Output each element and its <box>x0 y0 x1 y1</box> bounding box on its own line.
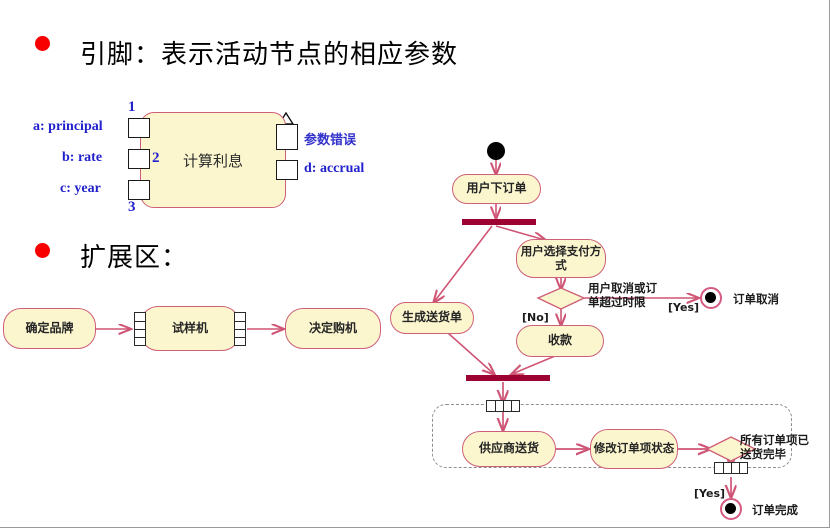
output-pin-accrual[interactable] <box>276 160 298 180</box>
final-node-order-complete <box>720 498 742 520</box>
activity-node-supplier-delivery[interactable]: 供应商送货 <box>462 431 556 467</box>
decision-note-all-delivered: 所有订单项已 送货完毕 <box>740 433 809 462</box>
input-pin-number-2: 2 <box>152 150 160 166</box>
heading-region: 扩展区： <box>80 243 189 273</box>
final-node-order-cancelled <box>700 287 722 309</box>
input-pin-year[interactable] <box>128 180 150 200</box>
decision-note-cancel-or-timeout: 用户取消或订 单超过时限 <box>588 281 657 310</box>
activity-node-label: 试样机 <box>171 320 208 335</box>
activity-node-generate-delivery-note[interactable]: 生成送货单 <box>390 302 474 334</box>
output-pin-label-accrual: d: accrual <box>304 161 365 176</box>
bullet-icon-region <box>35 243 50 258</box>
activity-node-place-order[interactable]: 用户下订单 <box>452 174 541 204</box>
expansion-region-pin-bottom[interactable] <box>714 462 748 474</box>
guard-no-cancel: [No] <box>522 311 549 324</box>
join-bar <box>466 375 550 381</box>
activity-node-label: 计算利息 <box>182 151 243 170</box>
final-node-label-order-cancelled: 订单取消 <box>733 292 779 306</box>
activity-node-choose-brand[interactable]: 确定品牌 <box>3 308 96 349</box>
heading-pin: 引脚：表示活动节点的相应参数 <box>80 40 459 70</box>
guard-yes-cancel: [Yes] <box>668 301 700 314</box>
note-line-2: 单超过时限 <box>588 295 646 310</box>
guard-yes-all-delivered: [Yes] <box>694 487 726 500</box>
activity-node-label: 决定购机 <box>308 320 357 335</box>
activity-node-label: 用户下订单 <box>466 181 527 196</box>
initial-node-icon <box>487 142 505 160</box>
input-pin-rate[interactable] <box>128 149 150 169</box>
activity-node-label: 用户选择支付方式 <box>520 244 602 272</box>
expansion-node-pin-left[interactable] <box>134 312 146 346</box>
activity-node-label: 确定品牌 <box>25 320 74 335</box>
activity-node-label: 生成送货单 <box>401 310 462 325</box>
note-line-2: 送货完毕 <box>740 447 786 462</box>
final-node-label-order-complete: 订单完成 <box>752 503 798 517</box>
exception-pin-parameter-error[interactable] <box>276 124 298 150</box>
note-line-1: 所有订单项已 <box>740 433 809 447</box>
input-pin-principal[interactable] <box>128 118 150 138</box>
activity-node-select-payment[interactable]: 用户选择支付方式 <box>516 239 606 278</box>
activity-node-trial-machine[interactable]: 试样机 <box>140 306 240 351</box>
expansion-region-pin-top[interactable] <box>486 400 520 412</box>
fork-bar <box>462 219 536 225</box>
input-pin-label-principal: a: principal <box>33 119 103 134</box>
bullet-icon-pin <box>35 36 50 51</box>
activity-node-decide-purchase[interactable]: 决定购机 <box>285 308 381 349</box>
input-pin-number-1: 1 <box>128 99 136 115</box>
input-pin-label-year: c: year <box>60 181 101 196</box>
exception-pin-label: 参数错误 <box>304 133 357 148</box>
input-pin-label-rate: b: rate <box>62 150 103 165</box>
activity-node-compute-interest[interactable]: 计算利息 <box>140 112 286 208</box>
activity-node-label: 供应商送货 <box>478 441 539 456</box>
activity-node-label: 修改订单项状态 <box>593 441 675 456</box>
activity-node-update-order-item-status[interactable]: 修改订单项状态 <box>590 429 678 469</box>
activity-node-collect-payment[interactable]: 收款 <box>516 325 604 357</box>
note-line-1: 用户取消或订 <box>588 281 657 295</box>
expansion-node-pin-right[interactable] <box>234 312 246 346</box>
activity-node-label: 收款 <box>547 333 572 348</box>
slide-canvas: 引脚：表示活动节点的相应参数 计算利息 a: principal b: rate… <box>0 0 830 528</box>
input-pin-number-3: 3 <box>128 199 136 215</box>
